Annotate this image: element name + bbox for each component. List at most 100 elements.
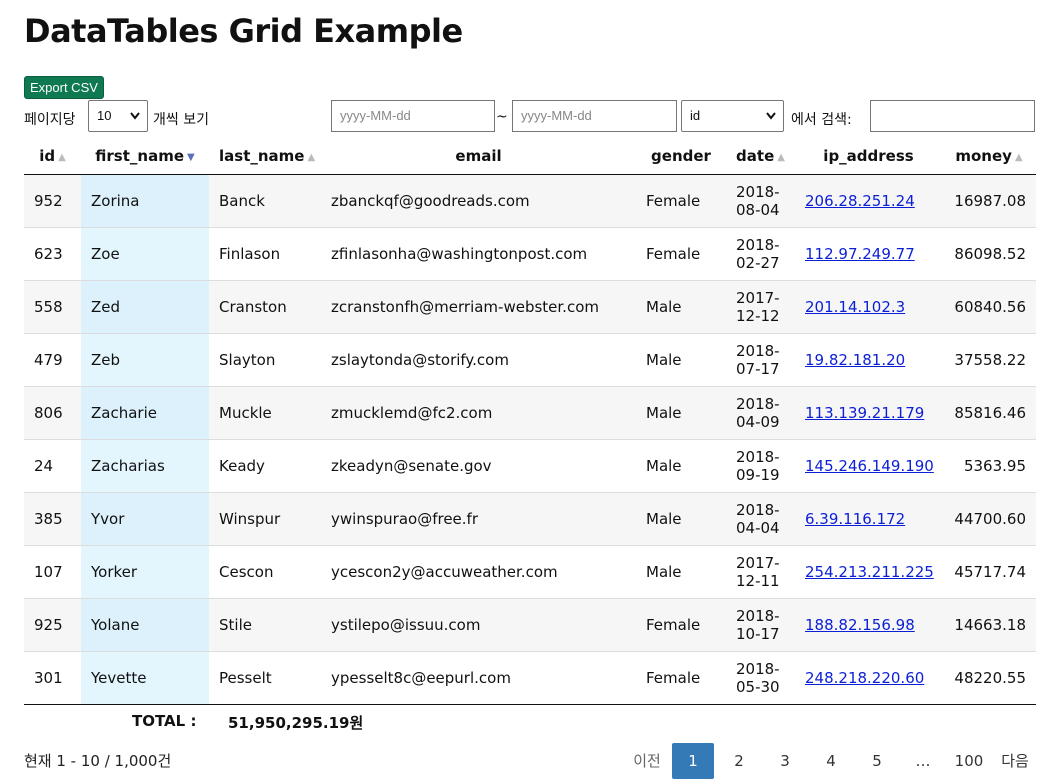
- cell-money: 44700.60: [942, 491, 1036, 545]
- cell-date: 2017- 12-11: [726, 544, 795, 598]
- cell-first-name: Zorina: [81, 174, 209, 227]
- table-row[interactable]: 952 Zorina Banck zbanckqf@goodreads.com Fema…: [24, 174, 1036, 227]
- table-row[interactable]: 301 Yevette Pesselt ypesselt8c@eepurl.com Fe…: [24, 650, 1036, 705]
- column-header-email[interactable]: email: [321, 138, 636, 175]
- date-to-input[interactable]: yyyy-MM-dd: [512, 100, 677, 132]
- cell-ip-address: 248.218.220.60: [795, 650, 942, 705]
- cell-date-text: 2017- 12-11: [736, 553, 780, 590]
- ip-address-link[interactable]: 206.28.251.24: [805, 192, 915, 210]
- table-row[interactable]: 925 Yolane Stile ystilepo@issuu.com Female 20…: [24, 597, 1036, 651]
- ip-address-link[interactable]: 113.139.21.179: [805, 404, 924, 422]
- cell-gender: Female: [636, 226, 726, 280]
- column-header-label: first_name: [95, 146, 184, 165]
- cell-first-name: Zeb: [81, 332, 209, 386]
- cell-first-name: Zoe: [81, 226, 209, 280]
- pagination-prev[interactable]: 이전: [626, 743, 668, 779]
- cell-ip-address: 254.213.211.225: [795, 544, 942, 598]
- cell-last-name: Pesselt: [209, 650, 321, 705]
- cell-last-name: Muckle: [209, 385, 321, 439]
- cell-money: 14663.18: [942, 597, 1036, 651]
- table-row[interactable]: 24 Zacharias Keady zkeadyn@senate.gov Male 20…: [24, 438, 1036, 492]
- table-row[interactable]: 107 Yorker Cescon ycescon2y@accuweather.com…: [24, 544, 1036, 598]
- cell-date: 2018- 04-09: [726, 385, 795, 439]
- cell-ip-address: 112.97.249.77: [795, 226, 942, 280]
- export-csv-button[interactable]: Export CSV: [24, 76, 104, 99]
- ip-address-link[interactable]: 254.213.211.225: [805, 563, 934, 581]
- column-header-first-name[interactable]: first_name ▼: [81, 138, 209, 175]
- ip-address-link[interactable]: 248.218.220.60: [805, 669, 924, 687]
- search-field-value: id: [690, 108, 701, 123]
- chevron-down-icon: [765, 101, 777, 143]
- cell-date: 2018- 09-19: [726, 438, 795, 492]
- pagination: 이전 1 2 3 4 5 … 100 다음: [622, 742, 1036, 780]
- column-header-last-name[interactable]: last_name ▲: [209, 138, 321, 175]
- cell-email: zfinlasonha@washingtonpost.com: [321, 226, 636, 280]
- cell-last-name: Cescon: [209, 544, 321, 598]
- cell-date-text: 2018- 10-17: [736, 606, 780, 643]
- per-page-label: 페이지당: [24, 112, 76, 128]
- cell-id: 952: [24, 174, 81, 227]
- cell-email: ywinspurao@free.fr: [321, 491, 636, 545]
- cell-id: 24: [24, 438, 81, 492]
- pagination-page[interactable]: 4: [810, 743, 852, 779]
- sort-both-icon: ▲: [58, 151, 66, 163]
- cell-money: 48220.55: [942, 650, 1036, 705]
- page-title: DataTables Grid Example: [24, 12, 463, 50]
- cell-date-text: 2018- 05-30: [736, 659, 780, 696]
- cell-date-text: 2018- 08-04: [736, 182, 780, 219]
- cell-date: 2018- 05-30: [726, 650, 795, 705]
- cell-gender: Male: [636, 544, 726, 598]
- table-row[interactable]: 385 Yvor Winspur ywinspurao@free.fr Male 2018…: [24, 491, 1036, 545]
- ip-address-link[interactable]: 201.14.102.3: [805, 298, 905, 316]
- date-range-separator: ~: [496, 109, 508, 125]
- cell-date-text: 2018- 09-19: [736, 447, 780, 484]
- cell-email: ycescon2y@accuweather.com: [321, 544, 636, 598]
- ip-address-link[interactable]: 188.82.156.98: [805, 616, 915, 634]
- cell-id: 925: [24, 597, 81, 651]
- pagination-page[interactable]: 1: [672, 743, 714, 779]
- pagination-page[interactable]: 2: [718, 743, 760, 779]
- cell-id: 385: [24, 491, 81, 545]
- cell-last-name: Slayton: [209, 332, 321, 386]
- cell-id: 301: [24, 650, 81, 705]
- pagination-next[interactable]: 다음: [994, 743, 1036, 779]
- cell-first-name: Yevette: [81, 650, 209, 705]
- cell-first-name: Zacharias: [81, 438, 209, 492]
- column-header-date[interactable]: date ▲: [726, 138, 795, 175]
- column-header-id[interactable]: id ▲: [24, 138, 81, 175]
- ip-address-link[interactable]: 112.97.249.77: [805, 245, 915, 263]
- table-toolbar: 페이지당 10 개씩 보기 yyyy-MM-dd ~ yyyy-MM-dd id…: [24, 100, 1036, 138]
- column-header-label: email: [455, 146, 502, 165]
- table-info: 현재 1 - 10 / 1,000건: [24, 752, 172, 770]
- table-row[interactable]: 558 Zed Cranston zcranstonfh@merriam-webste…: [24, 279, 1036, 333]
- table-row[interactable]: 806 Zacharie Muckle zmucklemd@fc2.com Male 20…: [24, 385, 1036, 439]
- per-page-suffix: 개씩 보기: [153, 112, 209, 128]
- pagination-page[interactable]: 5: [856, 743, 898, 779]
- cell-date: 2018- 02-27: [726, 226, 795, 280]
- pagination-page[interactable]: 3: [764, 743, 806, 779]
- cell-money: 45717.74: [942, 544, 1036, 598]
- column-header-ip-address[interactable]: ip_address: [795, 138, 942, 175]
- cell-last-name: Cranston: [209, 279, 321, 333]
- cell-first-name: Zed: [81, 279, 209, 333]
- column-header-gender[interactable]: gender: [636, 138, 726, 175]
- cell-money: 86098.52: [942, 226, 1036, 280]
- search-input[interactable]: [870, 100, 1035, 132]
- date-from-input[interactable]: yyyy-MM-dd: [331, 100, 495, 132]
- sort-both-icon: ▲: [777, 151, 785, 163]
- header-row: id ▲ first_name ▼ last_name ▲ email gender …: [24, 138, 1036, 175]
- cell-first-name: Zacharie: [81, 385, 209, 439]
- column-header-money[interactable]: money ▲: [942, 138, 1036, 175]
- search-field-select[interactable]: id: [681, 100, 784, 132]
- ip-address-link[interactable]: 19.82.181.20: [805, 351, 905, 369]
- table-row[interactable]: 479 Zeb Slayton zslaytonda@storify.com Male 2…: [24, 332, 1036, 386]
- cell-last-name: Banck: [209, 174, 321, 227]
- cell-ip-address: 188.82.156.98: [795, 597, 942, 651]
- ip-address-link[interactable]: 6.39.116.172: [805, 510, 905, 528]
- table-row[interactable]: 623 Zoe Finlason zfinlasonha@washingtonpost…: [24, 226, 1036, 280]
- cell-first-name: Yolane: [81, 597, 209, 651]
- pagination-page[interactable]: 100: [948, 743, 990, 779]
- ip-address-link[interactable]: 145.246.149.190: [805, 457, 934, 475]
- per-page-select[interactable]: 10: [88, 100, 148, 132]
- data-grid: id ▲ first_name ▼ last_name ▲ email gender …: [24, 138, 1036, 705]
